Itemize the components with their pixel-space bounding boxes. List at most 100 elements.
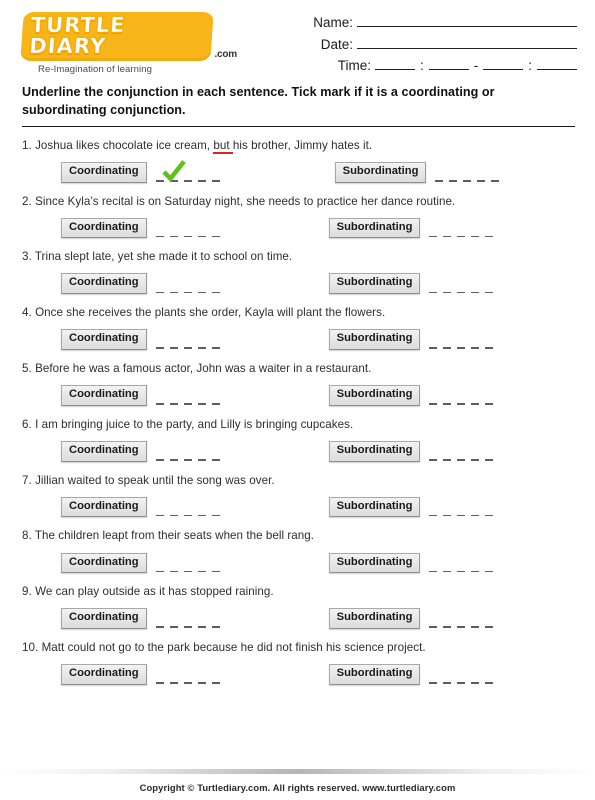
coordinating-option[interactable]: Coordinating: [61, 329, 220, 350]
subordinating-answer-blank[interactable]: [429, 459, 494, 461]
question-sentence-before: Trina slept late, yet she made it to sch…: [34, 250, 293, 264]
subordinating-answer-blank[interactable]: [429, 514, 494, 517]
coordinating-option[interactable]: Coordinating: [61, 159, 226, 183]
coordinating-answer-blank[interactable]: [155, 459, 220, 461]
subordinating-answer-blank[interactable]: [429, 626, 494, 629]
subordinating-label[interactable]: Subordinating: [334, 161, 427, 183]
answer-dash: [197, 347, 206, 349]
coordinating-label[interactable]: Coordinating: [61, 273, 147, 295]
subordinating-label[interactable]: Subordinating: [328, 496, 421, 518]
answer-dash: [211, 291, 220, 294]
coordinating-label[interactable]: Coordinating: [61, 329, 147, 350]
answer-dash: [485, 403, 494, 405]
subordinating-answer-blank[interactable]: [435, 179, 500, 182]
coordinating-answer-blank[interactable]: [155, 626, 220, 629]
coordinating-option[interactable]: Coordinating: [61, 664, 220, 685]
question-text: 1. Joshua likes chocolate ice cream, but…: [22, 138, 575, 154]
coordinating-option[interactable]: Coordinating: [61, 552, 220, 574]
answer-dash: [197, 235, 206, 238]
subordinating-option[interactable]: Subordinating: [328, 329, 494, 350]
time-end-minute-blank[interactable]: [537, 57, 577, 70]
subordinating-answer-blank[interactable]: [429, 235, 494, 238]
subordinating-option[interactable]: Subordinating: [328, 440, 494, 462]
subordinating-option[interactable]: Subordinating: [328, 664, 494, 685]
answer-dash: [211, 179, 220, 182]
question-item: 8. The children leapt from their seats w…: [22, 517, 575, 574]
subordinating-answer-blank[interactable]: [429, 403, 494, 405]
coordinating-answer-blank[interactable]: [155, 570, 220, 573]
answer-dash: [211, 347, 220, 349]
time-start-hour-blank[interactable]: [374, 57, 415, 70]
answer-dash: [435, 179, 444, 182]
subordinating-label[interactable]: Subordinating: [328, 217, 421, 239]
answer-dash: [169, 514, 178, 517]
coordinating-option[interactable]: Coordinating: [61, 217, 220, 239]
answer-dash: [429, 514, 438, 517]
answer-dash: [485, 570, 494, 573]
answer-options: Coordinating Subordinating: [22, 664, 575, 685]
subordinating-label[interactable]: Subordinating: [328, 329, 421, 350]
worksheet-header: TURTLE DIARY .com Re-Imagination of lear…: [0, 0, 595, 75]
coordinating-label[interactable]: Coordinating: [61, 161, 147, 183]
coordinating-label[interactable]: Coordinating: [61, 217, 147, 239]
subordinating-option[interactable]: Subordinating: [328, 217, 494, 239]
coordinating-option[interactable]: Coordinating: [61, 608, 220, 630]
subordinating-option[interactable]: Subordinating: [328, 608, 494, 630]
coordinating-answer-blank[interactable]: [155, 291, 220, 294]
answer-dash: [471, 403, 480, 405]
question-number: 6.: [22, 417, 32, 431]
date-field-row: Date:: [237, 36, 577, 52]
subordinating-option[interactable]: Subordinating: [328, 552, 494, 574]
subordinating-label[interactable]: Subordinating: [328, 440, 421, 462]
question-item: 10. Matt could not go to the park becaus…: [22, 629, 575, 685]
date-label: Date:: [320, 36, 353, 52]
answer-dash: [429, 626, 438, 629]
coordinating-answer-blank[interactable]: [155, 235, 220, 238]
time-end-hour-blank[interactable]: [483, 57, 524, 70]
coordinating-answer-blank[interactable]: [155, 514, 220, 517]
coordinating-label[interactable]: Coordinating: [61, 496, 147, 518]
coordinating-answer-blank[interactable]: [155, 682, 220, 684]
subordinating-answer-blank[interactable]: [429, 570, 494, 573]
coordinating-label[interactable]: Coordinating: [61, 664, 147, 685]
coordinating-answer-blank[interactable]: [155, 159, 226, 182]
coordinating-label[interactable]: Coordinating: [61, 440, 147, 462]
date-input-blank[interactable]: [357, 36, 577, 49]
answer-options: Coordinating Subordinating: [22, 273, 575, 295]
instruction-text: Underline the conjunction in each senten…: [22, 85, 495, 117]
coordinating-option[interactable]: Coordinating: [61, 385, 220, 406]
subordinating-option[interactable]: Subordinating: [328, 496, 494, 518]
coordinating-option[interactable]: Coordinating: [61, 440, 220, 462]
subordinating-answer-blank[interactable]: [429, 291, 494, 294]
coordinating-option[interactable]: Coordinating: [61, 273, 220, 295]
question-sentence-before: Once she receives the plants she order, …: [35, 306, 386, 320]
coordinating-label[interactable]: Coordinating: [61, 608, 147, 630]
question-item: 5. Before he was a famous actor, John wa…: [22, 350, 575, 406]
subordinating-label[interactable]: Subordinating: [328, 608, 421, 630]
subordinating-label[interactable]: Subordinating: [328, 664, 421, 685]
subordinating-option[interactable]: Subordinating: [334, 161, 500, 183]
time-start-minute-blank[interactable]: [428, 57, 469, 70]
subordinating-label[interactable]: Subordinating: [328, 552, 421, 574]
answer-dash: [429, 459, 438, 461]
coordinating-label[interactable]: Coordinating: [61, 552, 147, 574]
question-sentence-before: Matt could not go to the park because he…: [41, 641, 426, 655]
subordinating-option[interactable]: Subordinating: [328, 273, 494, 295]
subordinating-label[interactable]: Subordinating: [328, 273, 421, 295]
subordinating-option[interactable]: Subordinating: [328, 385, 494, 406]
answer-dash: [443, 347, 452, 349]
question-item: 2. Since Kyla’s recital is on Saturday n…: [22, 183, 575, 239]
coordinating-answer-blank[interactable]: [155, 347, 220, 349]
coordinating-option[interactable]: Coordinating: [61, 496, 220, 518]
coordinating-answer-blank[interactable]: [155, 403, 220, 405]
coordinating-label[interactable]: Coordinating: [61, 385, 147, 406]
name-input-blank[interactable]: [357, 14, 577, 27]
subordinating-answer-blank[interactable]: [429, 682, 494, 684]
subordinating-answer-blank[interactable]: [429, 347, 494, 349]
student-info-fields: Name: Date: Time: : - :: [237, 8, 577, 79]
question-text: 8. The children leapt from their seats w…: [22, 528, 575, 543]
question-item: 4. Once she receives the plants she orde…: [22, 294, 575, 350]
question-text: 4. Once she receives the plants she orde…: [22, 305, 575, 320]
footer-copyright: Copyright © Turtlediary.com. All rights …: [139, 782, 456, 793]
subordinating-label[interactable]: Subordinating: [328, 385, 421, 406]
